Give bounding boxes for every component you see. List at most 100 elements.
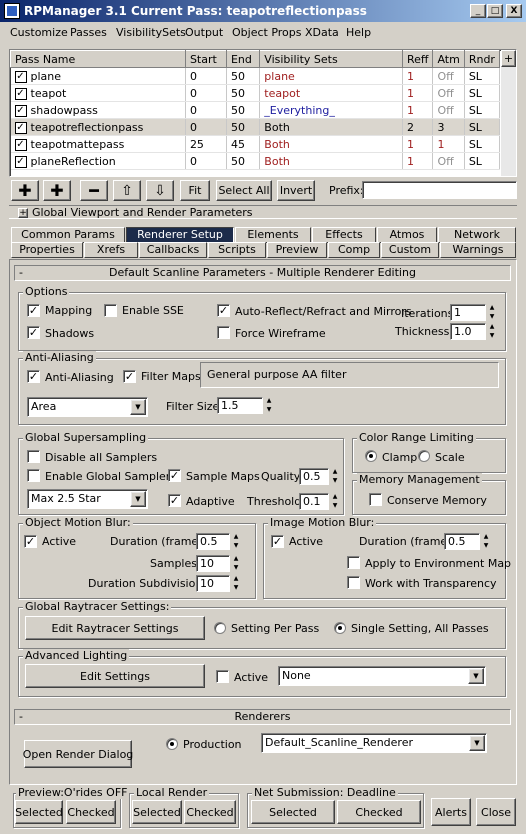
iterations-spinner[interactable]: 1 ▲ ▼ xyxy=(450,304,497,321)
pass-checkbox[interactable]: ✓ xyxy=(14,70,27,83)
tab-common-params[interactable]: Common Params xyxy=(11,227,125,243)
object-mb-duration-value[interactable]: 0.5 xyxy=(196,533,230,550)
apply-env-map-checkbox[interactable] xyxy=(347,556,360,569)
pass-start-cell[interactable]: 0 xyxy=(185,118,227,136)
pass-row[interactable]: ✓ teapot 0 50 teapot 1 Off SL xyxy=(10,84,501,102)
preview-selected-button[interactable]: Selected xyxy=(15,800,63,824)
pass-visibility-cell[interactable]: Both xyxy=(259,135,403,153)
pass-list[interactable]: Pass Name Start End Visibility Sets Reff… xyxy=(9,49,517,177)
menu-passes[interactable]: Passes xyxy=(70,26,107,39)
tab-renderer-setup[interactable]: Renderer Setup xyxy=(126,227,234,243)
shadows-checkbox[interactable]: ✓ xyxy=(27,326,40,339)
net-checked-button[interactable]: Checked xyxy=(337,800,421,824)
list-scroll-plus-button[interactable]: + xyxy=(501,50,516,67)
pass-visibility-cell[interactable]: plane xyxy=(259,67,403,85)
clamp-radio[interactable] xyxy=(365,450,377,462)
pass-end-cell[interactable]: 50 xyxy=(226,118,261,136)
pass-atm-cell[interactable]: Off xyxy=(432,67,465,85)
adaptive-checkbox[interactable]: ✓ xyxy=(168,494,181,507)
chevron-down-icon[interactable]: ▼ xyxy=(130,399,146,415)
tab-properties[interactable]: Properties xyxy=(11,242,83,258)
menu-help[interactable]: Help xyxy=(346,26,371,39)
enable-sse-checkbox[interactable] xyxy=(104,304,117,317)
col-atm[interactable]: Atm xyxy=(432,50,465,68)
advanced-lighting-dropdown[interactable]: None ▼ xyxy=(278,666,486,686)
menu-visibilitysets[interactable]: VisibilitySets xyxy=(116,26,186,39)
auto-reflect-checkbox[interactable]: ✓ xyxy=(217,304,230,317)
image-mb-active-checkbox[interactable]: ✓ xyxy=(271,535,284,548)
tab-elements[interactable]: Elements xyxy=(235,227,311,243)
edit-settings-button[interactable]: Edit Settings xyxy=(25,664,205,688)
enable-global-sampler-checkbox[interactable] xyxy=(27,469,40,482)
threshold-spinner[interactable]: 0.1 ▲ ▼ xyxy=(299,493,340,510)
chevron-down-icon[interactable]: ▼ xyxy=(469,735,485,751)
pass-atm-cell[interactable]: 1 xyxy=(432,135,465,153)
maximize-button[interactable]: □ xyxy=(487,4,503,18)
setting-per-pass-radio[interactable] xyxy=(214,622,226,634)
pass-checkbox[interactable]: ✓ xyxy=(14,87,27,100)
force-wireframe-checkbox[interactable] xyxy=(217,326,230,339)
add-pass-button[interactable]: ✚ xyxy=(11,180,39,201)
col-rndr[interactable]: Rndr xyxy=(463,50,501,68)
pass-name-cell[interactable]: ✓ teapotreflectionpass xyxy=(10,118,186,136)
tab-callbacks[interactable]: Callbacks xyxy=(139,242,207,258)
alerts-button[interactable]: Alerts xyxy=(431,798,471,826)
pass-name-cell[interactable]: ✓ plane xyxy=(10,67,186,85)
menu-output[interactable]: Output xyxy=(185,26,223,39)
pass-reff-cell[interactable]: 1 xyxy=(402,101,434,119)
pass-visibility-cell[interactable]: Both xyxy=(259,152,403,170)
work-with-transparency-checkbox[interactable] xyxy=(347,576,360,589)
filter-size-value[interactable]: 1.5 xyxy=(217,397,263,414)
pass-visibility-cell[interactable]: teapot xyxy=(259,84,403,102)
tab-atmos[interactable]: Atmos xyxy=(377,227,437,243)
thickness-value[interactable]: 1.0 xyxy=(450,323,486,340)
col-end[interactable]: End xyxy=(225,50,261,68)
global-viewport-toggle[interactable]: + xyxy=(18,208,28,218)
thickness-spinner[interactable]: 1.0 ▲ ▼ xyxy=(450,323,497,340)
advanced-lighting-active-checkbox[interactable] xyxy=(216,670,229,683)
chevron-down-icon[interactable]: ▼ xyxy=(468,668,484,684)
image-mb-duration-value[interactable]: 0.5 xyxy=(444,533,480,550)
pass-end-cell[interactable]: 50 xyxy=(226,152,261,170)
preview-checked-button[interactable]: Checked xyxy=(66,800,116,824)
conserve-memory-checkbox[interactable] xyxy=(369,493,382,506)
menu-customize[interactable]: Customize xyxy=(10,26,68,39)
scanline-rollout-header[interactable]: - Default Scanline Parameters - Multiple… xyxy=(14,265,511,281)
filter-dropdown[interactable]: Area ▼ xyxy=(27,397,148,417)
pass-name-cell[interactable]: ✓ shadowpass xyxy=(10,101,186,119)
global-viewport-label[interactable]: Global Viewport and Render Parameters xyxy=(32,206,253,219)
pass-row[interactable]: ✓ plane 0 50 plane 1 Off SL xyxy=(10,67,501,85)
disable-all-samplers-checkbox[interactable] xyxy=(27,450,40,463)
pass-rndr-cell[interactable]: SL xyxy=(464,118,501,136)
net-selected-button[interactable]: Selected xyxy=(251,800,335,824)
pass-reff-cell[interactable]: 2 xyxy=(402,118,434,136)
pass-atm-cell[interactable]: 3 xyxy=(432,118,465,136)
tab-xrefs[interactable]: Xrefs xyxy=(84,242,138,258)
pass-end-cell[interactable]: 50 xyxy=(226,84,261,102)
pass-start-cell[interactable]: 0 xyxy=(185,84,227,102)
fit-button[interactable]: Fit xyxy=(180,180,210,201)
tab-comp[interactable]: Comp xyxy=(328,242,380,258)
scale-radio[interactable] xyxy=(418,450,430,462)
col-start[interactable]: Start xyxy=(184,50,227,68)
local-checked-button[interactable]: Checked xyxy=(184,800,236,824)
single-setting-radio[interactable] xyxy=(334,622,346,634)
object-mb-samples-value[interactable]: 10 xyxy=(196,555,230,572)
pass-rndr-cell[interactable]: SL xyxy=(464,135,501,153)
object-mb-subdiv-value[interactable]: 10 xyxy=(196,575,230,592)
pass-atm-cell[interactable]: Off xyxy=(432,101,465,119)
pass-atm-cell[interactable]: Off xyxy=(432,152,465,170)
duplicate-pass-button[interactable]: ✚ xyxy=(43,180,71,201)
quality-value[interactable]: 0.5 xyxy=(299,468,329,485)
pass-checkbox[interactable]: ✓ xyxy=(14,104,27,117)
pass-rndr-cell[interactable]: SL xyxy=(464,152,501,170)
chevron-down-icon[interactable]: ▼ xyxy=(130,491,146,507)
col-visibility-sets[interactable]: Visibility Sets xyxy=(259,50,403,68)
pass-checkbox[interactable]: ✓ xyxy=(14,138,27,151)
tab-custom[interactable]: Custom xyxy=(381,242,439,258)
pass-visibility-cell[interactable]: Both xyxy=(259,118,403,136)
mapping-checkbox[interactable]: ✓ xyxy=(27,304,40,317)
minimize-button[interactable]: _ xyxy=(470,4,486,18)
filter-maps-checkbox[interactable]: ✓ xyxy=(123,370,136,383)
menu-object-props[interactable]: Object Props xyxy=(232,26,302,39)
